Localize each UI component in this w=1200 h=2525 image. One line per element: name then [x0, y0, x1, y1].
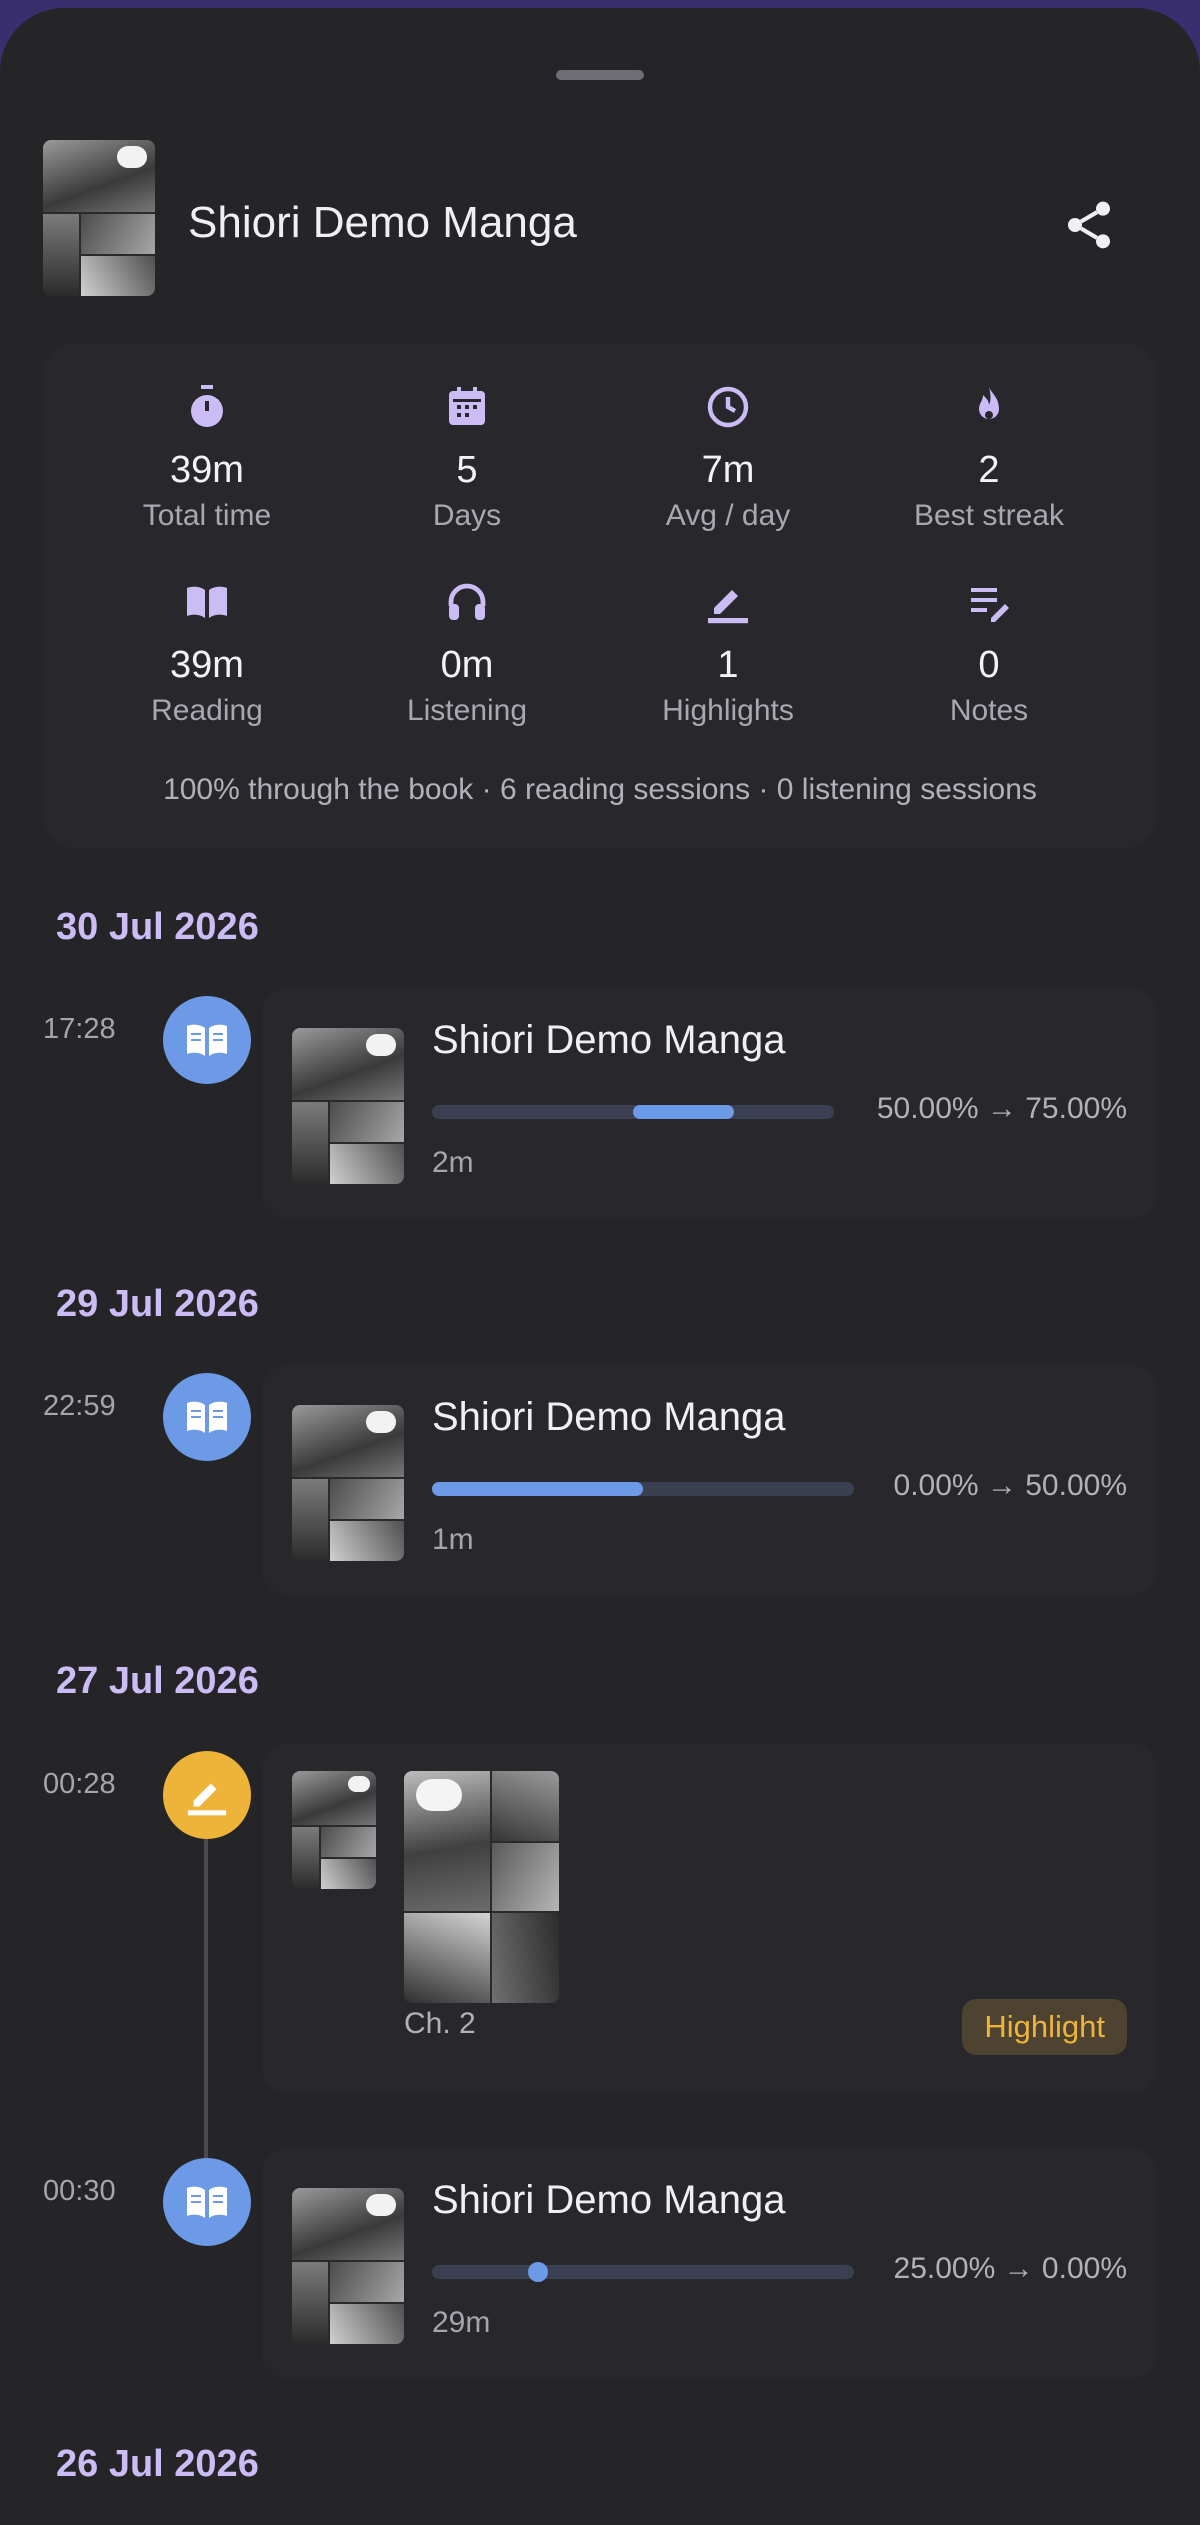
- stat-value: 39m: [170, 449, 244, 491]
- timeline-date: 29 Jul 2026: [56, 1283, 259, 1325]
- stat-best-streak: 2 Best streak: [858, 381, 1120, 533]
- session-book-title: Shiori Demo Manga: [432, 1395, 786, 1439]
- session-duration: 29m: [432, 2306, 491, 2339]
- entry-time: 00:28: [43, 1768, 116, 1800]
- stat-highlights: 1 Highlights: [597, 576, 859, 728]
- clock-icon: [707, 386, 749, 428]
- stat-label: Notes: [949, 694, 1029, 727]
- highlight-card[interactable]: Ch. 2 Highlight: [262, 1743, 1157, 2093]
- book-cover: [292, 2188, 404, 2344]
- book-open-icon: [187, 586, 227, 618]
- stat-label: Avg / day: [665, 499, 791, 532]
- stat-days: 5 Days: [336, 381, 598, 533]
- stat-value: 5: [456, 449, 478, 491]
- stat-total-time: 39m Total time: [76, 381, 338, 533]
- stat-value: 0m: [440, 644, 494, 686]
- pen-icon: [187, 1783, 227, 1816]
- book-cover: [292, 1771, 376, 1889]
- note-edit-icon: [971, 588, 1009, 622]
- session-duration: 2m: [432, 1146, 474, 1179]
- timer-icon: [191, 385, 223, 427]
- book-open-icon: [187, 1024, 227, 1056]
- share-icon: [1068, 201, 1110, 249]
- stat-notes: 0 Notes: [858, 576, 1120, 728]
- book-title: Shiori Demo Manga: [188, 198, 577, 247]
- session-duration: 1m: [432, 1523, 474, 1556]
- book-open-icon: [187, 1401, 227, 1433]
- reading-session-node: [163, 1373, 251, 1461]
- stat-label: Highlights: [662, 694, 794, 727]
- stats-card: 39m Total time 5 Days 7m Avg / day 2 Bes…: [43, 343, 1157, 848]
- stat-listening: 0m Listening: [336, 576, 598, 728]
- book-cover: [292, 1405, 404, 1561]
- drag-handle[interactable]: [556, 70, 644, 80]
- highlight-page-image[interactable]: [404, 1771, 559, 2003]
- book-cover: [292, 1028, 404, 1184]
- entry-time: 22:59: [43, 1390, 116, 1422]
- highlight-node: [163, 1751, 251, 1839]
- stat-value: 7m: [701, 449, 755, 491]
- timeline-connector: [204, 1808, 208, 2178]
- book-stats-sheet: Shiori Demo Manga 39m Total time 5 Days …: [0, 8, 1200, 2525]
- progress-text: 50.00% → 75.00%: [876, 1092, 1127, 1125]
- stat-value: 39m: [170, 644, 244, 686]
- stat-avg-day: 7m Avg / day: [597, 381, 859, 533]
- reading-session-card[interactable]: Shiori Demo Manga 25.00% → 0.00% 29m: [262, 2148, 1157, 2378]
- headphones-icon: [448, 583, 486, 620]
- stat-label: Total time: [142, 499, 272, 532]
- pen-icon: [708, 590, 748, 624]
- reading-session-node: [163, 996, 251, 1084]
- reading-session-card[interactable]: Shiori Demo Manga 0.00% → 50.00% 1m: [262, 1365, 1157, 1595]
- highlight-badge: Highlight: [962, 1999, 1127, 2055]
- reading-session-card[interactable]: Shiori Demo Manga 50.00% → 75.00% 2m: [262, 988, 1157, 1218]
- progress-text: 25.00% → 0.00%: [893, 2252, 1127, 2285]
- progress-text: 0.00% → 50.00%: [893, 1469, 1127, 1502]
- entry-time: 00:30: [43, 2175, 116, 2207]
- stat-value: 2: [978, 449, 1000, 491]
- stat-label: Reading: [151, 694, 263, 727]
- flame-icon: [979, 387, 999, 419]
- stat-label: Days: [432, 499, 502, 532]
- progress-track: [432, 2262, 854, 2282]
- timeline-date: 30 Jul 2026: [56, 906, 259, 948]
- book-cover: [43, 140, 155, 296]
- calendar-icon: [449, 387, 485, 425]
- share-button[interactable]: [1052, 188, 1126, 262]
- stat-value: 1: [717, 644, 739, 686]
- progress-track: [432, 1482, 854, 1496]
- session-book-title: Shiori Demo Manga: [432, 2178, 786, 2222]
- entry-time: 17:28: [43, 1013, 116, 1045]
- reading-session-node: [163, 2158, 251, 2246]
- progress-track: [432, 1105, 834, 1119]
- book-open-icon: [187, 2186, 227, 2218]
- session-book-title: Shiori Demo Manga: [432, 1018, 786, 1062]
- progress-fill: [432, 1482, 643, 1496]
- stat-reading: 39m Reading: [76, 576, 338, 728]
- highlight-chapter: Ch. 2: [404, 2007, 476, 2040]
- timeline-date: 27 Jul 2026: [56, 1660, 259, 1702]
- stats-summary: 100% through the book · 6 reading sessio…: [163, 773, 1037, 806]
- stat-label: Listening: [406, 694, 528, 727]
- progress-dot: [527, 2262, 548, 2282]
- progress-fill: [633, 1105, 734, 1119]
- stat-label: Best streak: [913, 499, 1065, 532]
- stat-value: 0: [978, 644, 1000, 686]
- timeline-date: 26 Jul 2026: [56, 2443, 259, 2485]
